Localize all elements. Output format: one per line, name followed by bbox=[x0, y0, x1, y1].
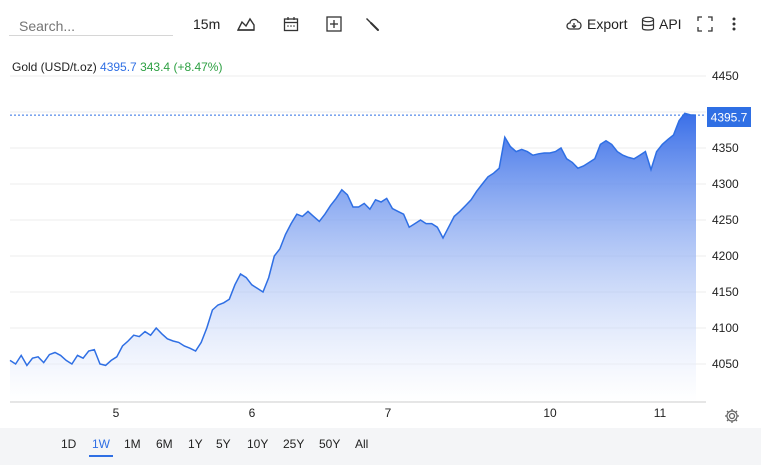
search-input[interactable] bbox=[9, 10, 173, 36]
range-selector: 1D 1W 1M 6M 1Y 5Y 10Y 25Y 50Y All bbox=[0, 428, 761, 465]
range-50y[interactable]: 50Y bbox=[316, 436, 343, 452]
range-6m[interactable]: 6M bbox=[153, 436, 176, 452]
y-tick-label: 4300 bbox=[712, 177, 739, 191]
fullscreen-icon[interactable] bbox=[697, 13, 713, 35]
wrench-icon[interactable] bbox=[364, 13, 380, 35]
x-tick-label: 11 bbox=[654, 406, 667, 420]
legend-change: 343.4 (+8.47%) bbox=[140, 60, 223, 74]
x-tick-label: 5 bbox=[113, 406, 120, 420]
range-1d[interactable]: 1D bbox=[58, 436, 79, 452]
database-icon bbox=[641, 16, 655, 31]
cloud-download-icon bbox=[566, 18, 582, 30]
price-tag: 4395.7 bbox=[711, 111, 748, 125]
y-tick-label: 4150 bbox=[712, 285, 739, 299]
range-25y[interactable]: 25Y bbox=[280, 436, 307, 452]
export-label: Export bbox=[587, 16, 628, 32]
add-indicator-icon[interactable] bbox=[326, 13, 342, 35]
y-tick-label: 4100 bbox=[712, 321, 739, 335]
api-button[interactable]: API bbox=[641, 13, 682, 35]
y-tick-label: 4450 bbox=[712, 69, 739, 83]
y-tick-label: 4350 bbox=[712, 141, 739, 155]
chart-type-icon[interactable] bbox=[237, 13, 255, 35]
api-label: API bbox=[659, 16, 682, 32]
x-tick-label: 10 bbox=[543, 406, 557, 420]
range-1m[interactable]: 1M bbox=[121, 436, 144, 452]
export-button[interactable]: Export bbox=[565, 13, 627, 35]
y-tick-label: 4200 bbox=[712, 249, 739, 263]
settings-icon[interactable] bbox=[724, 408, 740, 424]
y-tick-label: 4050 bbox=[712, 357, 739, 371]
chart-legend: Gold (USD/t.oz) 4395.7 343.4 (+8.47%) bbox=[12, 60, 222, 74]
range-all[interactable]: All bbox=[352, 436, 371, 452]
range-10y[interactable]: 10Y bbox=[244, 436, 271, 452]
legend-name: Gold (USD/t.oz) bbox=[12, 60, 97, 74]
more-icon[interactable] bbox=[731, 13, 737, 35]
toolbar: 15m Export API bbox=[0, 0, 761, 48]
y-tick-label: 4250 bbox=[712, 213, 739, 227]
price-chart[interactable]: 4050 4100 4150 4200 4250 4300 4350 4450 5 6 7 10 11… bbox=[0, 48, 761, 428]
calendar-icon[interactable] bbox=[283, 13, 299, 35]
x-tick-label: 6 bbox=[249, 406, 256, 420]
x-tick-label: 7 bbox=[385, 406, 392, 420]
range-1y[interactable]: 1Y bbox=[185, 436, 206, 452]
legend-price: 4395.7 bbox=[100, 60, 137, 74]
interval-selector[interactable]: 15m bbox=[193, 13, 220, 35]
range-5y[interactable]: 5Y bbox=[213, 436, 234, 452]
range-1w[interactable]: 1W bbox=[89, 436, 113, 457]
